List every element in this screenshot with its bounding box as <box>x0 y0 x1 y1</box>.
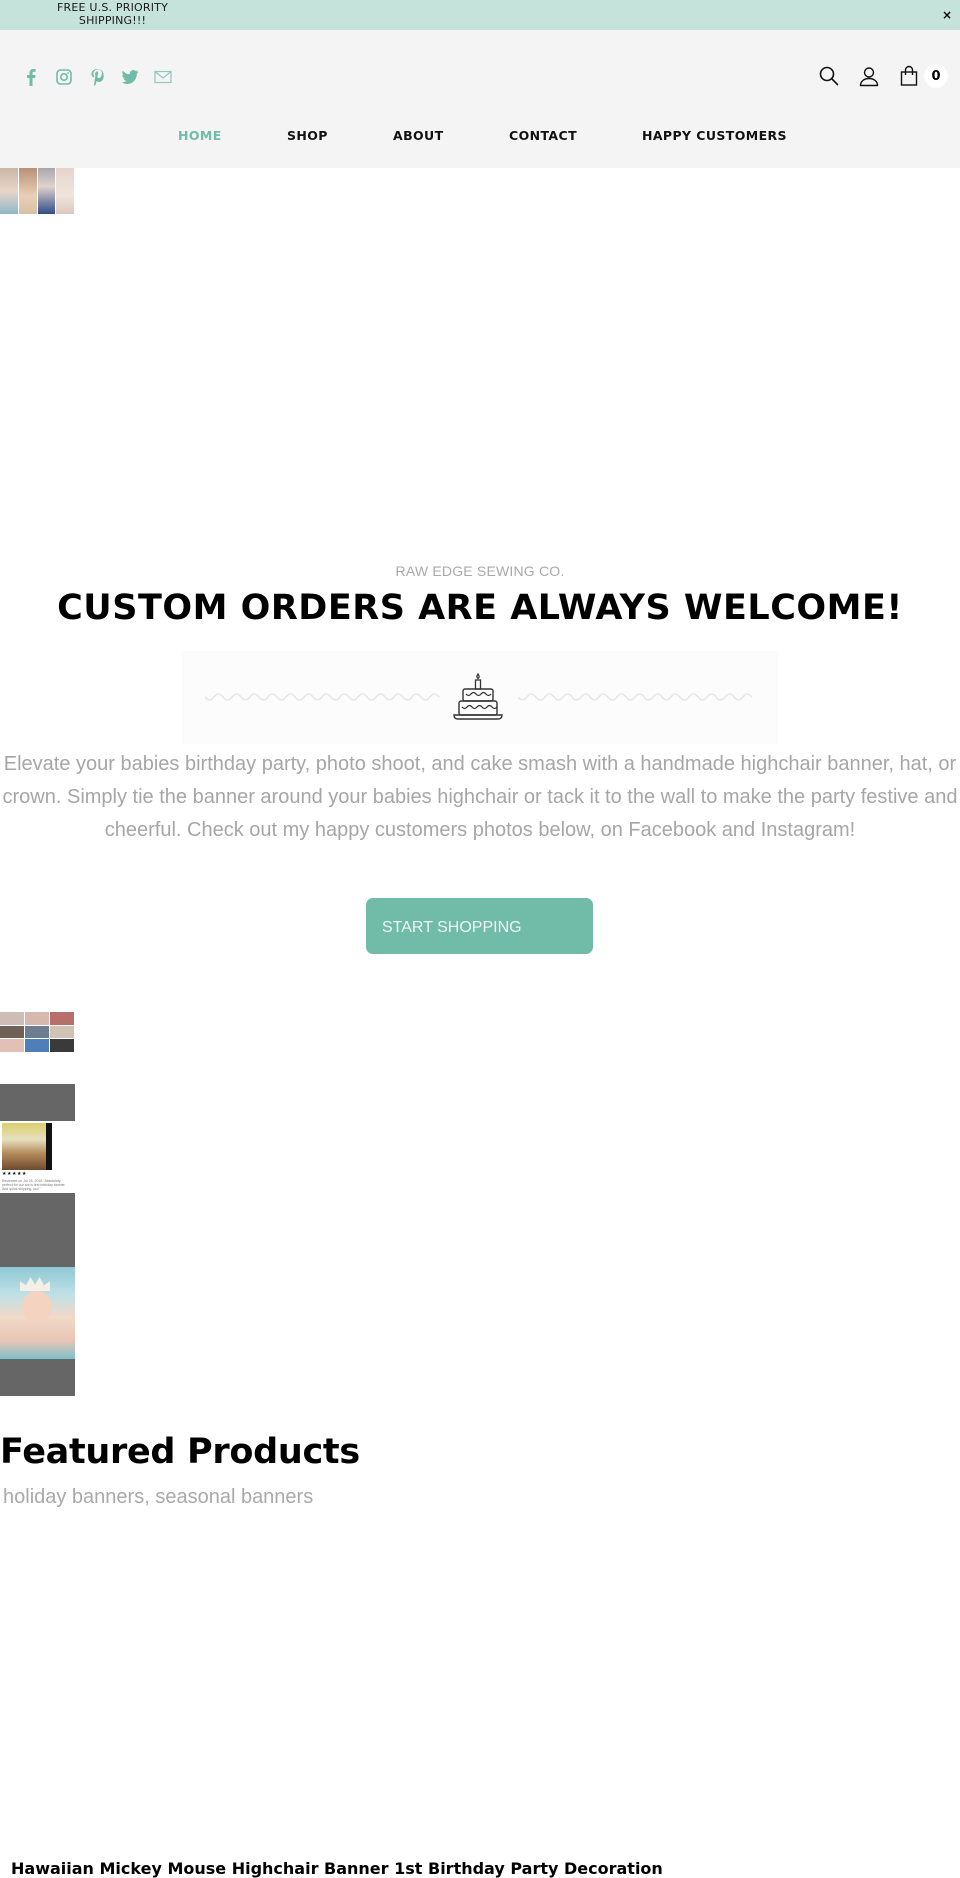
search-icon[interactable] <box>816 63 842 89</box>
twitter-icon[interactable] <box>119 66 140 88</box>
cart-count-badge[interactable]: 0 <box>924 64 948 88</box>
customer-photo-crown[interactable] <box>0 1267 75 1359</box>
shopping-bag-icon[interactable] <box>896 63 922 89</box>
review-card[interactable]: ★★★★★ Reviewed on Jul 25, 2018 "Absolute… <box>0 1121 75 1193</box>
collage-photo <box>56 168 74 214</box>
brand-eyebrow: RAW EDGE SEWING CO. <box>395 563 565 579</box>
nav-item-happy-customers[interactable]: HAPPY CUSTOMERS <box>642 128 787 143</box>
review-photo <box>2 1123 52 1170</box>
birthday-cake-icon <box>453 672 503 720</box>
collage-photo <box>0 1039 24 1052</box>
nav-item-contact[interactable]: CONTACT <box>509 128 577 143</box>
product-title-link[interactable]: Hawaiian Mickey Mouse Highchair Banner 1… <box>11 1859 663 1878</box>
image-placeholder <box>0 1359 75 1396</box>
photo-crown <box>20 1277 50 1291</box>
site-header: 0 HOME SHOP ABOUT CONTACT HAPPY CUSTOMER… <box>0 30 960 168</box>
main-nav: HOME SHOP ABOUT CONTACT HAPPY CUSTOMERS <box>0 128 960 148</box>
intro-paragraph: Elevate your babies birthday party, phot… <box>2 753 958 841</box>
header-tools: 0 <box>802 63 948 89</box>
wavy-divider-left <box>205 693 440 701</box>
collage-photo <box>25 1012 49 1025</box>
hero-collage-image <box>0 168 74 214</box>
user-icon[interactable] <box>856 63 882 89</box>
image-placeholder <box>0 1084 75 1121</box>
image-placeholder <box>0 1193 75 1267</box>
collage-photo <box>37 168 56 214</box>
wavy-divider-right <box>518 693 753 701</box>
nav-item-about[interactable]: ABOUT <box>393 128 444 143</box>
review-stars: ★★★★★ <box>2 1171 27 1177</box>
facebook-icon[interactable] <box>20 66 41 88</box>
hero-headline: CUSTOM ORDERS ARE ALWAYS WELCOME! <box>57 588 903 628</box>
social-links <box>20 66 173 88</box>
collage-photo <box>50 1025 74 1039</box>
instagram-icon[interactable] <box>53 66 74 88</box>
collage-photo <box>25 1025 49 1039</box>
announcement-text: FREE U.S. PRIORITY SHIPPING!!! <box>57 1 168 27</box>
nav-item-shop[interactable]: SHOP <box>287 128 328 143</box>
announcement-close-button[interactable]: × <box>942 8 952 22</box>
collage-photo <box>0 168 18 214</box>
announcement-bar: FREE U.S. PRIORITY SHIPPING!!! × <box>0 0 960 30</box>
start-shopping-button[interactable]: START SHOPPING <box>366 898 593 954</box>
collage-photo <box>25 1039 49 1052</box>
featured-products-subtitle: holiday banners, seasonal banners <box>3 1486 314 1508</box>
collage-photo <box>18 168 37 214</box>
collage-photo <box>0 1012 24 1025</box>
review-text: Reviewed on Jul 25, 2018 "Absolutely per… <box>2 1179 66 1191</box>
nav-item-home[interactable]: HOME <box>178 128 222 143</box>
collage-photo <box>50 1012 74 1025</box>
collage-photo <box>0 1025 24 1039</box>
photo-subject <box>22 1291 52 1323</box>
mail-icon[interactable] <box>152 66 173 88</box>
featured-products-title: Featured Products <box>0 1432 360 1472</box>
pinterest-icon[interactable] <box>86 66 107 88</box>
customer-collage-image[interactable] <box>0 1012 74 1052</box>
collage-photo <box>50 1039 74 1052</box>
